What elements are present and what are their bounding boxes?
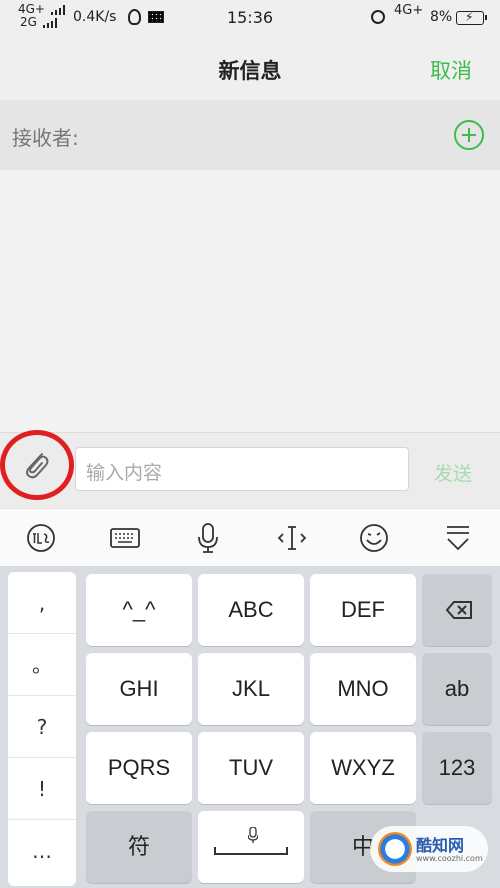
cursor-icon[interactable] <box>275 521 309 555</box>
coozhi-logo-icon <box>378 832 412 866</box>
punct-key-question[interactable]: ? <box>8 696 76 758</box>
backspace-icon <box>445 601 472 619</box>
handwriting-icon[interactable] <box>24 521 58 555</box>
add-recipient-icon[interactable] <box>454 120 484 150</box>
keyboard-icon[interactable] <box>108 521 142 555</box>
send-button[interactable]: 发送 <box>434 459 472 486</box>
key-2[interactable]: ABC <box>198 574 304 646</box>
ab-key[interactable]: ab <box>422 653 492 725</box>
cancel-button[interactable]: 取消 <box>430 55 472 85</box>
punct-key-exclamation[interactable]: ! <box>8 758 76 820</box>
recipient-field[interactable]: 接收者: <box>0 100 500 170</box>
punctuation-column: , 。 ? ! … <box>8 572 76 886</box>
key-1[interactable]: ^_^ <box>86 574 192 646</box>
space-key[interactable] <box>198 811 304 883</box>
page-title: 新信息 <box>218 59 282 83</box>
network-right: 4G+ <box>394 3 424 18</box>
key-6[interactable]: MNO <box>310 653 416 725</box>
key-4[interactable]: GHI <box>86 653 192 725</box>
punct-key-comma[interactable]: , <box>8 572 76 634</box>
space-bar-icon <box>214 847 288 855</box>
status-bar: 4G+ 2G 0.4K/s 15:36 4G+ 8% ⚡ <box>0 0 500 36</box>
battery-icon: ⚡ <box>456 10 487 25</box>
key-7[interactable]: PQRS <box>86 732 192 804</box>
clock: 15:36 <box>226 8 274 27</box>
annotation-circle <box>0 430 74 500</box>
key-5[interactable]: JKL <box>198 653 304 725</box>
alarm-icon <box>371 10 385 24</box>
message-thread-area <box>0 170 500 432</box>
collapse-keyboard-icon[interactable] <box>441 521 475 555</box>
key-8[interactable]: TUV <box>198 732 304 804</box>
recipient-label: 接收者: <box>12 126 79 150</box>
watermark-name: 酷知网 <box>416 836 465 855</box>
backspace-key[interactable] <box>422 574 492 646</box>
punct-key-period[interactable]: 。 <box>8 634 76 696</box>
keyboard-toolbar <box>0 508 500 566</box>
punct-key-ellipsis[interactable]: … <box>8 820 76 882</box>
symbol-key[interactable]: 符 <box>86 811 192 883</box>
numeric-key[interactable]: 123 <box>422 732 492 804</box>
microphone-icon[interactable] <box>191 521 225 555</box>
message-input[interactable]: 输入内容 <box>75 447 409 491</box>
watermark-url: www.coozhi.com <box>416 854 483 863</box>
emoji-icon[interactable] <box>357 521 391 555</box>
battery-percent: 8% <box>430 9 453 25</box>
nav-bar: 新信息 取消 <box>0 36 500 100</box>
key-3[interactable]: DEF <box>310 574 416 646</box>
watermark: 酷知网 www.coozhi.com <box>370 826 488 872</box>
key-9[interactable]: WXYZ <box>310 732 416 804</box>
microphone-icon <box>248 827 258 843</box>
